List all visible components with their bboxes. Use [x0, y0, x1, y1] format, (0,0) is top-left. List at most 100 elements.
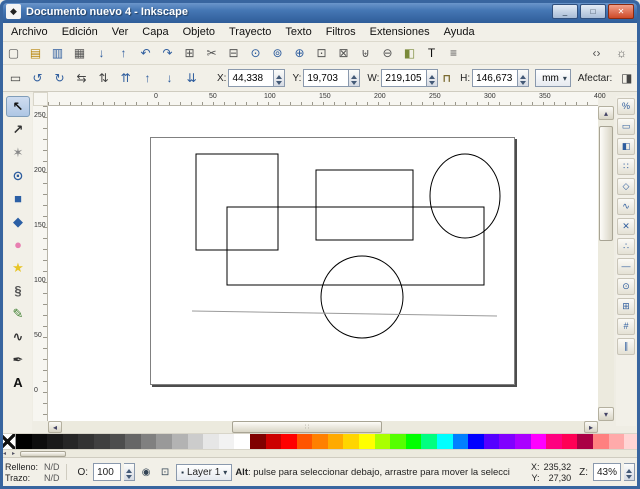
clone-button[interactable]: ⊠: [333, 43, 354, 63]
spiral-tool[interactable]: §: [6, 280, 30, 301]
flip-vertical-button[interactable]: ⇅: [93, 68, 114, 88]
snap-cusp-nodes-toggle[interactable]: ∴: [617, 238, 635, 255]
palette-scrollbar[interactable]: ◂ ▸: [0, 449, 640, 457]
zoom-input[interactable]: 43%: [593, 463, 621, 481]
menu-item[interactable]: Filtros: [319, 24, 363, 40]
lock-dimensions-icon[interactable]: ⊓: [442, 72, 451, 85]
raise-button[interactable]: ↑: [137, 68, 158, 88]
palette-swatch[interactable]: [78, 434, 94, 449]
palette-swatch[interactable]: [281, 434, 297, 449]
palette-swatch[interactable]: [546, 434, 562, 449]
palette-swatch[interactable]: [141, 434, 157, 449]
print-button[interactable]: ▦: [69, 43, 90, 63]
copy-button[interactable]: ⊞: [179, 43, 200, 63]
node-tool[interactable]: ↗: [6, 119, 30, 140]
text-tool[interactable]: A: [6, 372, 30, 393]
palette-swatch[interactable]: [375, 434, 391, 449]
horizontal-scrollbar[interactable]: ◂ ∷ ▸: [48, 421, 598, 433]
canvas[interactable]: [48, 106, 598, 421]
scroll-right-button[interactable]: ▸: [584, 421, 598, 433]
palette-swatch[interactable]: [250, 434, 266, 449]
snap-page-border-toggle[interactable]: ⊞: [617, 298, 635, 315]
maximize-button[interactable]: □: [580, 4, 606, 19]
palette-swatch[interactable]: [499, 434, 515, 449]
layer-lock-toggle[interactable]: ⊡: [157, 464, 173, 480]
palette-swatch[interactable]: [94, 434, 110, 449]
pencil-tool[interactable]: ✎: [6, 303, 30, 324]
menu-item[interactable]: Capa: [135, 24, 175, 40]
raise-top-button[interactable]: ⇈: [115, 68, 136, 88]
snap-paths-toggle[interactable]: ∿: [617, 198, 635, 215]
spin-up-button[interactable]: [518, 70, 528, 78]
canvas-shape-ellipse[interactable]: [321, 256, 403, 338]
vertical-ruler[interactable]: 250200150100500: [33, 106, 48, 421]
menu-item[interactable]: Edición: [55, 24, 105, 40]
select-all-button[interactable]: ▭: [5, 68, 26, 88]
pen-tool[interactable]: ∿: [6, 326, 30, 347]
height-spin[interactable]: [518, 69, 529, 87]
palette-swatch[interactable]: [328, 434, 344, 449]
zoom-tool[interactable]: ⊙: [6, 165, 30, 186]
selector-tool[interactable]: ↖: [6, 96, 30, 117]
title-bar[interactable]: ◆ Documento nuevo 4 - Inkscape _ □ ✕: [0, 0, 640, 23]
palette-swatch[interactable]: [16, 434, 32, 449]
snap-bbox-toggle[interactable]: ▭: [617, 118, 635, 135]
fill-stroke-button[interactable]: ◧: [399, 43, 420, 63]
vertical-scroll-track[interactable]: [598, 120, 614, 407]
snap-bbox-edges-toggle[interactable]: ◧: [617, 138, 635, 155]
undo-button[interactable]: ↶: [135, 43, 156, 63]
scroll-left-button[interactable]: ◂: [48, 421, 62, 433]
palette-swatch[interactable]: [609, 434, 625, 449]
spin-down-button[interactable]: [518, 78, 528, 86]
palette-scroll-right-icon[interactable]: ▸: [9, 450, 18, 457]
horizontal-scroll-thumb[interactable]: ∷: [232, 421, 382, 433]
group-button[interactable]: ⊎: [355, 43, 376, 63]
import-button[interactable]: ↓: [91, 43, 112, 63]
width-input[interactable]: 219,105: [381, 69, 427, 87]
rotate-cw-button[interactable]: ↻: [49, 68, 70, 88]
snap-guides-toggle[interactable]: ∥: [617, 338, 635, 355]
y-input[interactable]: 19,703: [303, 69, 349, 87]
tweak-tool[interactable]: ✶: [6, 142, 30, 163]
ungroup-button[interactable]: ⊖: [377, 43, 398, 63]
redo-button[interactable]: ↷: [157, 43, 178, 63]
vertical-scroll-thumb[interactable]: [599, 126, 613, 241]
xml-editor-button[interactable]: ‹›: [586, 43, 607, 63]
canvas-shape-line[interactable]: [192, 311, 497, 316]
spin-up-button[interactable]: [349, 70, 359, 78]
spin-up-button[interactable]: [274, 70, 284, 78]
align-button[interactable]: ≡: [443, 43, 464, 63]
palette-swatch[interactable]: [577, 434, 593, 449]
opacity-input[interactable]: 100: [93, 463, 121, 481]
paste-button[interactable]: ⊟: [223, 43, 244, 63]
close-button[interactable]: ✕: [608, 4, 634, 19]
snap-enable-toggle[interactable]: %: [617, 98, 635, 115]
palette-swatch[interactable]: [32, 434, 48, 449]
scroll-up-button[interactable]: ▴: [598, 106, 614, 120]
opacity-spin[interactable]: [124, 463, 135, 481]
spin-up-button[interactable]: [124, 464, 134, 472]
ellipse-tool[interactable]: ●: [6, 234, 30, 255]
zoom-drawing-button[interactable]: ⊚: [267, 43, 288, 63]
text-dialog-button[interactable]: T: [421, 43, 442, 63]
palette-swatch[interactable]: [484, 434, 500, 449]
palette-swatch[interactable]: [266, 434, 282, 449]
snap-object-centers-toggle[interactable]: ⊙: [617, 278, 635, 295]
palette-swatch[interactable]: [234, 434, 250, 449]
flip-horizontal-button[interactable]: ⇆: [71, 68, 92, 88]
palette-swatch[interactable]: [453, 434, 469, 449]
menu-item[interactable]: Trayecto: [222, 24, 278, 40]
star-tool[interactable]: ★: [6, 257, 30, 278]
canvas-shape-rect[interactable]: [316, 170, 413, 240]
export-button[interactable]: ↑: [113, 43, 134, 63]
palette-swatch[interactable]: [188, 434, 204, 449]
zoom-page-button[interactable]: ⊕: [289, 43, 310, 63]
snap-intersections-toggle[interactable]: ✕: [617, 218, 635, 235]
lower-bottom-button[interactable]: ⇊: [181, 68, 202, 88]
affect-stroke-toggle[interactable]: ◨: [616, 68, 637, 88]
palette-swatch[interactable]: [390, 434, 406, 449]
y-spin[interactable]: [349, 69, 360, 87]
palette-swatch[interactable]: [359, 434, 375, 449]
lower-button[interactable]: ↓: [159, 68, 180, 88]
snap-bbox-corners-toggle[interactable]: ∷: [617, 158, 635, 175]
